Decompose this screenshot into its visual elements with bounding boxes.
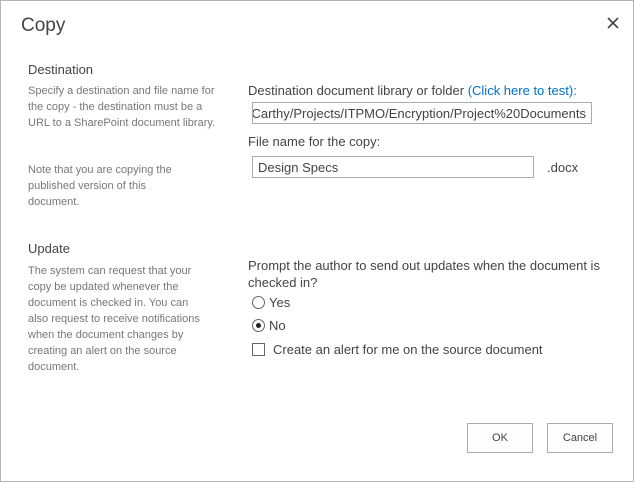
test-destination-link[interactable]: (Click here to test): (468, 83, 577, 98)
filename-label: File name for the copy: (248, 134, 381, 149)
destination-folder-label: Destination document library or folder (… (248, 83, 577, 98)
update-prompt-question: Prompt the author to send out updates wh… (248, 258, 600, 290)
radio-yes[interactable] (252, 296, 265, 309)
close-button[interactable] (601, 11, 625, 35)
destination-description: Specify a destination and file name for … (28, 85, 216, 129)
radio-option-no[interactable]: No (252, 318, 286, 333)
destination-folder-value: Carthy/Projects/ITPMO/Encryption/Project… (252, 105, 586, 121)
published-version-note: Note that you are copying the published … (28, 164, 172, 208)
create-alert-label: Create an alert for me on the source doc… (273, 342, 543, 357)
radio-option-yes[interactable]: Yes (252, 295, 290, 310)
destination-heading: Destination (28, 62, 94, 77)
destination-folder-label-text: Destination document library or folder (248, 83, 465, 98)
filename-input[interactable]: Design Specs (252, 156, 534, 178)
destination-folder-input[interactable]: Carthy/Projects/ITPMO/Encryption/Project… (252, 102, 592, 124)
cancel-button[interactable]: Cancel (547, 423, 613, 453)
create-alert-option[interactable]: Create an alert for me on the source doc… (252, 342, 543, 357)
copy-dialog: Copy Destination Specify a destination a… (0, 0, 634, 482)
dialog-title: Copy (21, 15, 66, 36)
radio-yes-label: Yes (269, 295, 291, 310)
ok-button[interactable]: OK (467, 423, 533, 453)
create-alert-checkbox[interactable] (252, 343, 265, 356)
radio-no-label: No (269, 318, 286, 333)
update-heading: Update (28, 241, 70, 256)
filename-value: Design Specs (258, 159, 339, 175)
update-description: The system can request that your copy be… (28, 265, 200, 373)
close-icon (607, 17, 619, 29)
radio-no[interactable] (252, 319, 265, 332)
test-destination-link-text: Click here to test (472, 83, 569, 98)
file-extension: .docx (547, 160, 579, 175)
